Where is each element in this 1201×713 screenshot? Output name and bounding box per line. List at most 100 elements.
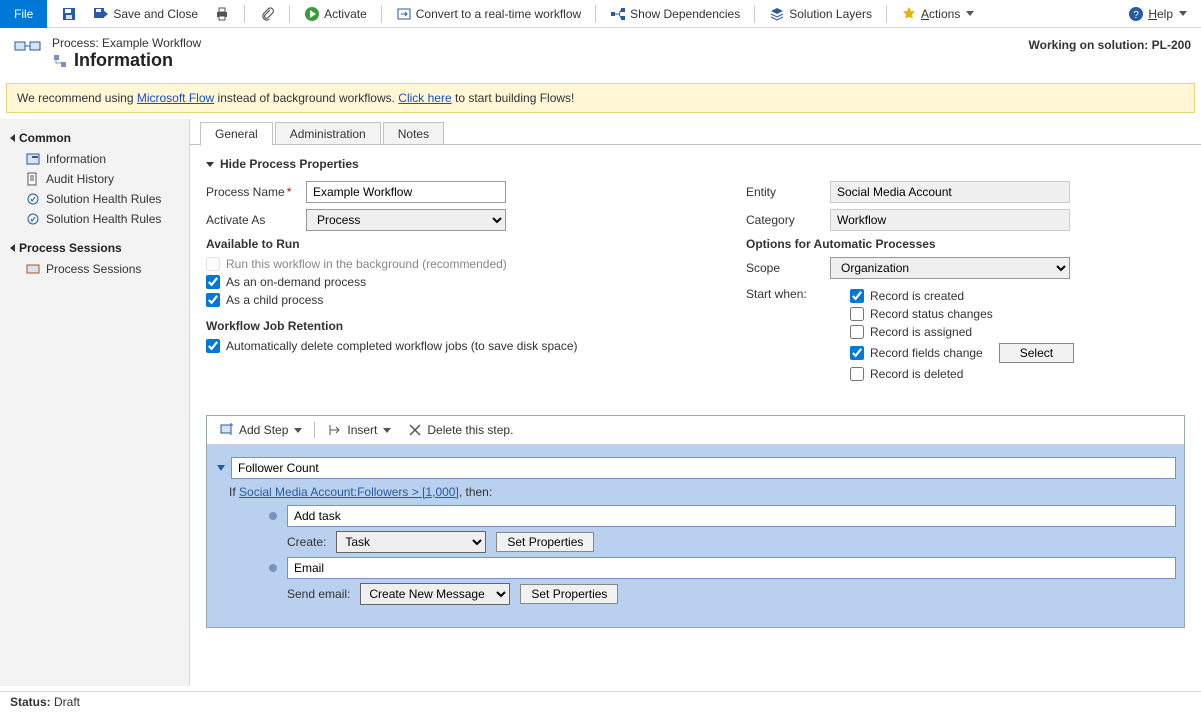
audit-icon (26, 172, 40, 186)
actions-menu[interactable]: Actions (897, 4, 978, 24)
entity-input (830, 181, 1070, 203)
attach-button[interactable] (255, 4, 279, 24)
autodelete-checkbox[interactable] (206, 339, 220, 353)
help-button[interactable]: ? Help (1124, 4, 1191, 24)
select-fields-button[interactable]: Select (999, 343, 1074, 363)
show-deps-button[interactable]: Show Dependencies (606, 4, 744, 24)
chevron-down-icon (1179, 11, 1187, 16)
banner-flow-link[interactable]: Microsoft Flow (137, 91, 214, 105)
activate-as-select[interactable]: Process (306, 209, 506, 231)
add-step-icon (219, 422, 235, 438)
set-properties-create-button[interactable]: Set Properties (496, 532, 594, 552)
step-name-input[interactable] (231, 457, 1176, 479)
child-process-checkbox[interactable] (206, 293, 220, 307)
start-when-label: Start when: (746, 285, 830, 385)
layers-icon (769, 6, 785, 22)
file-menu[interactable]: File (0, 0, 47, 28)
left-nav: Common Information Audit History Solutio… (0, 119, 190, 686)
convert-label: Convert to a real-time workflow (416, 7, 581, 21)
nav-group-sessions[interactable]: Process Sessions (0, 237, 189, 259)
print-button[interactable] (210, 4, 234, 24)
nav-information[interactable]: Information (0, 149, 189, 169)
nav-audit-history[interactable]: Audit History (0, 169, 189, 189)
substep-email-input[interactable] (287, 557, 1176, 579)
background-checkbox (206, 257, 220, 271)
send-email-select[interactable]: Create New Message (360, 583, 510, 605)
activate-as-label: Activate As (206, 213, 306, 227)
save-icon (61, 6, 77, 22)
top-toolbar: File Save and Close Activate Convert to … (0, 0, 1201, 28)
scope-select[interactable]: Organization (830, 257, 1070, 279)
process-icon (14, 38, 42, 58)
category-input (830, 209, 1070, 231)
create-select[interactable]: Task (336, 531, 486, 553)
convert-button[interactable]: Convert to a real-time workflow (392, 4, 585, 24)
workflow-icon (52, 53, 68, 69)
health-icon (26, 192, 40, 206)
actions-icon (901, 6, 917, 22)
page-title: Information (74, 50, 173, 71)
nav-group-common[interactable]: Common (0, 127, 189, 149)
form-scroll[interactable]: Hide Process Properties Process Name* Ac… (190, 145, 1201, 686)
add-step-button[interactable]: Add Step (215, 420, 306, 440)
set-properties-email-button[interactable]: Set Properties (520, 584, 618, 604)
designer-body: If Social Media Account:Followers > [1,0… (207, 445, 1184, 627)
background-label: Run this workflow in the background (rec… (226, 257, 507, 271)
working-on-solution: Working on solution: PL-200 (1029, 38, 1191, 52)
ondemand-checkbox[interactable] (206, 275, 220, 289)
nav-solution-health-2[interactable]: Solution Health Rules (0, 209, 189, 229)
svg-text:?: ? (1134, 10, 1140, 21)
condition-line: If Social Media Account:Followers > [1,0… (229, 485, 1176, 499)
section-hide-properties[interactable]: Hide Process Properties (206, 157, 1185, 171)
nav-process-sessions[interactable]: Process Sessions (0, 259, 189, 279)
banner-click-here-link[interactable]: Click here (398, 91, 451, 105)
child-process-label: As a child process (226, 293, 323, 307)
available-to-run-header: Available to Run (206, 237, 666, 251)
actions-label: ctions (929, 7, 960, 21)
info-icon (26, 152, 40, 166)
chevron-down-icon (294, 428, 302, 433)
chevron-down-icon (966, 11, 974, 16)
record-assigned-checkbox[interactable] (850, 325, 864, 339)
insert-button[interactable]: Insert (323, 420, 395, 440)
main-area: Common Information Audit History Solutio… (0, 119, 1201, 686)
dependencies-icon (610, 6, 626, 22)
record-deleted-checkbox[interactable] (850, 367, 864, 381)
status-changes-checkbox[interactable] (850, 307, 864, 321)
category-label: Category (746, 213, 830, 227)
page-header: Process: Example Workflow Information Wo… (0, 28, 1201, 81)
step-caret-icon[interactable] (217, 465, 225, 471)
convert-icon (396, 6, 412, 22)
process-name-label: Process Name* (206, 185, 306, 199)
chevron-down-icon (383, 428, 391, 433)
process-name-input[interactable] (306, 181, 506, 203)
record-created-checkbox[interactable] (850, 289, 864, 303)
sessions-icon (26, 262, 40, 276)
delete-icon (407, 422, 423, 438)
substep-addtask-input[interactable] (287, 505, 1176, 527)
tabstrip: General Administration Notes (200, 119, 1201, 145)
solution-layers-button[interactable]: Solution Layers (765, 4, 876, 24)
job-retention-header: Workflow Job Retention (206, 319, 666, 333)
file-label: File (14, 7, 33, 21)
condition-link[interactable]: Social Media Account:Followers > [1,000] (239, 485, 459, 499)
tab-notes[interactable]: Notes (383, 122, 444, 145)
solution-layers-label: Solution Layers (789, 7, 872, 21)
caret-down-icon (206, 162, 214, 167)
tab-administration[interactable]: Administration (275, 122, 381, 145)
activate-label: Activate (324, 7, 367, 21)
tab-general[interactable]: General (200, 122, 273, 146)
fields-change-checkbox[interactable] (850, 346, 864, 360)
save-button[interactable] (57, 4, 81, 24)
nav-solution-health-1[interactable]: Solution Health Rules (0, 189, 189, 209)
delete-step-button[interactable]: Delete this step. (403, 420, 517, 440)
info-banner: We recommend using Microsoft Flow instea… (6, 83, 1195, 113)
entity-label: Entity (746, 185, 830, 199)
ondemand-label: As an on-demand process (226, 275, 366, 289)
bullet-icon (269, 512, 277, 520)
create-label: Create: (287, 535, 326, 549)
activate-button[interactable]: Activate (300, 4, 371, 24)
scope-label: Scope (746, 261, 830, 275)
save-and-close-button[interactable]: Save and Close (89, 4, 202, 24)
status-bar: Status: Draft (0, 691, 1201, 713)
